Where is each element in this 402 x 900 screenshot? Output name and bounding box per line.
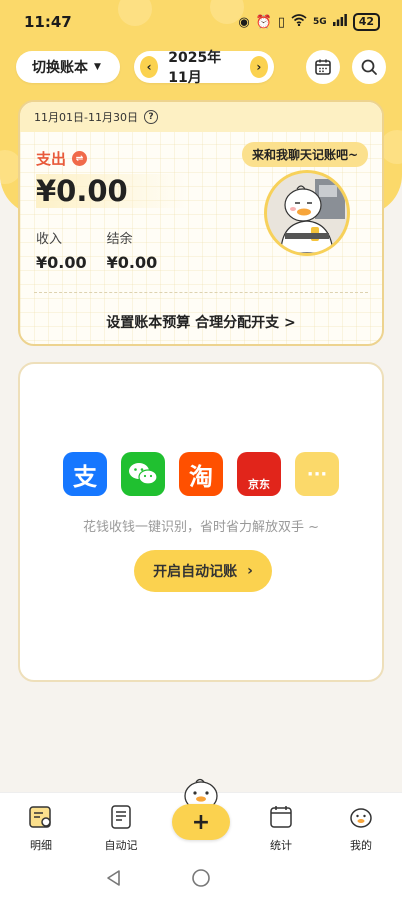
- wifi-icon: [291, 14, 307, 30]
- home-icon[interactable]: [191, 868, 211, 888]
- nav-item-auto-record[interactable]: 自动记: [86, 803, 156, 853]
- nav-item-statistics[interactable]: 统计: [246, 803, 316, 853]
- balance-label: 结余: [106, 232, 133, 247]
- start-auto-record-button[interactable]: 开启自动记账 ›: [134, 550, 272, 592]
- taobao-icon: 淘: [179, 452, 223, 496]
- statistics-icon: [270, 806, 292, 828]
- date-range: 11月01日-11月30日: [34, 111, 138, 124]
- switch-book-label: 切换账本: [32, 60, 88, 76]
- nav-label-statistics: 统计: [270, 839, 292, 852]
- expense-label: 支出: [36, 150, 67, 168]
- nav-label-auto-record: 自动记: [104, 839, 138, 852]
- network-type: 5G: [313, 17, 327, 27]
- auto-record-nav-icon: [111, 805, 131, 829]
- jd-icon: 京东: [237, 452, 281, 496]
- dashed-divider: [34, 292, 368, 293]
- battery-indicator: 42: [352, 13, 380, 31]
- start-auto-record-label: 开启自动记账: [153, 564, 238, 580]
- more-apps-icon[interactable]: ···: [295, 452, 339, 496]
- vibrate-icon: ▯: [277, 14, 286, 30]
- prev-month-button[interactable]: ‹: [140, 56, 159, 78]
- expense-amount: ¥0.00: [36, 174, 188, 208]
- auto-record-hint: 花钱收钱一键识别，省时省力解放双手 ~: [82, 520, 320, 535]
- auto-record-card: 支 淘 京东 ··· 花钱收钱一键识别，省时省力解放双手 ~ 开启自动记账 ›: [18, 362, 384, 682]
- chat-prompt-bubble[interactable]: 来和我聊天记账吧~: [241, 142, 368, 167]
- back-icon[interactable]: [104, 868, 124, 888]
- swap-icon: ⇌: [72, 151, 88, 166]
- calendar-button[interactable]: [306, 50, 340, 84]
- switch-book-button[interactable]: 切换账本 ▼: [16, 51, 120, 83]
- status-icons: ◉ ⏰ ▯ 5G 42: [238, 13, 380, 31]
- chevron-right-icon: ›: [247, 563, 253, 579]
- nav-label-profile: 我的: [350, 839, 372, 852]
- current-month[interactable]: 2025年11月: [168, 47, 240, 87]
- details-icon: [29, 806, 51, 828]
- income-stat: 收入 ¥0.00: [36, 228, 87, 272]
- balance-stat: 结余 ¥0.00: [107, 228, 158, 272]
- income-amount: ¥0.00: [36, 253, 87, 272]
- caret-down-icon: ▼: [94, 62, 101, 72]
- expense-toggle[interactable]: 支出 ⇌: [36, 148, 88, 169]
- alarm-icon: ⏰: [255, 14, 272, 30]
- eye-icon: ◉: [238, 14, 250, 30]
- calendar-icon: [315, 59, 331, 75]
- wechat-icon: [121, 452, 165, 496]
- nav-item-details[interactable]: 明细: [6, 803, 76, 853]
- nav-label-details: 明细: [30, 839, 52, 852]
- status-time: 11:47: [24, 13, 72, 31]
- system-navigation-bar: [0, 866, 402, 892]
- next-month-button[interactable]: ›: [249, 56, 269, 78]
- income-balance-stats: 收入 ¥0.00 结余 ¥0.00: [36, 228, 157, 272]
- toolbar: 切换账本 ▼ ‹ 2025年11月 ›: [16, 50, 386, 86]
- supported-apps: 支 淘 京东 ···: [20, 452, 382, 496]
- profile-duck-icon: [350, 808, 372, 828]
- set-budget-link[interactable]: 设置账本预算 合理分配开支 >: [20, 312, 382, 332]
- search-icon: [361, 59, 377, 75]
- duck-mascot-avatar[interactable]: [264, 170, 350, 256]
- monthly-summary-card: 11月01日-11月30日 ? 支出 ⇌ ¥0.00 收入 ¥0.00 结余 ¥…: [18, 100, 384, 346]
- add-record-button[interactable]: +: [172, 804, 230, 840]
- status-bar: 11:47 ◉ ⏰ ▯ 5G 42: [0, 0, 402, 44]
- month-picker: ‹ 2025年11月 ›: [134, 50, 274, 86]
- alipay-icon: 支: [63, 452, 107, 496]
- nav-item-profile[interactable]: 我的: [326, 803, 396, 853]
- search-button[interactable]: [352, 50, 386, 84]
- balance-amount: ¥0.00: [106, 253, 158, 272]
- duck-peek-icon: [184, 778, 218, 808]
- help-icon[interactable]: ?: [143, 110, 158, 124]
- signal-icon: [332, 14, 347, 30]
- income-label: 收入: [36, 232, 63, 247]
- date-range-bar: 11月01日-11月30日 ?: [20, 102, 382, 132]
